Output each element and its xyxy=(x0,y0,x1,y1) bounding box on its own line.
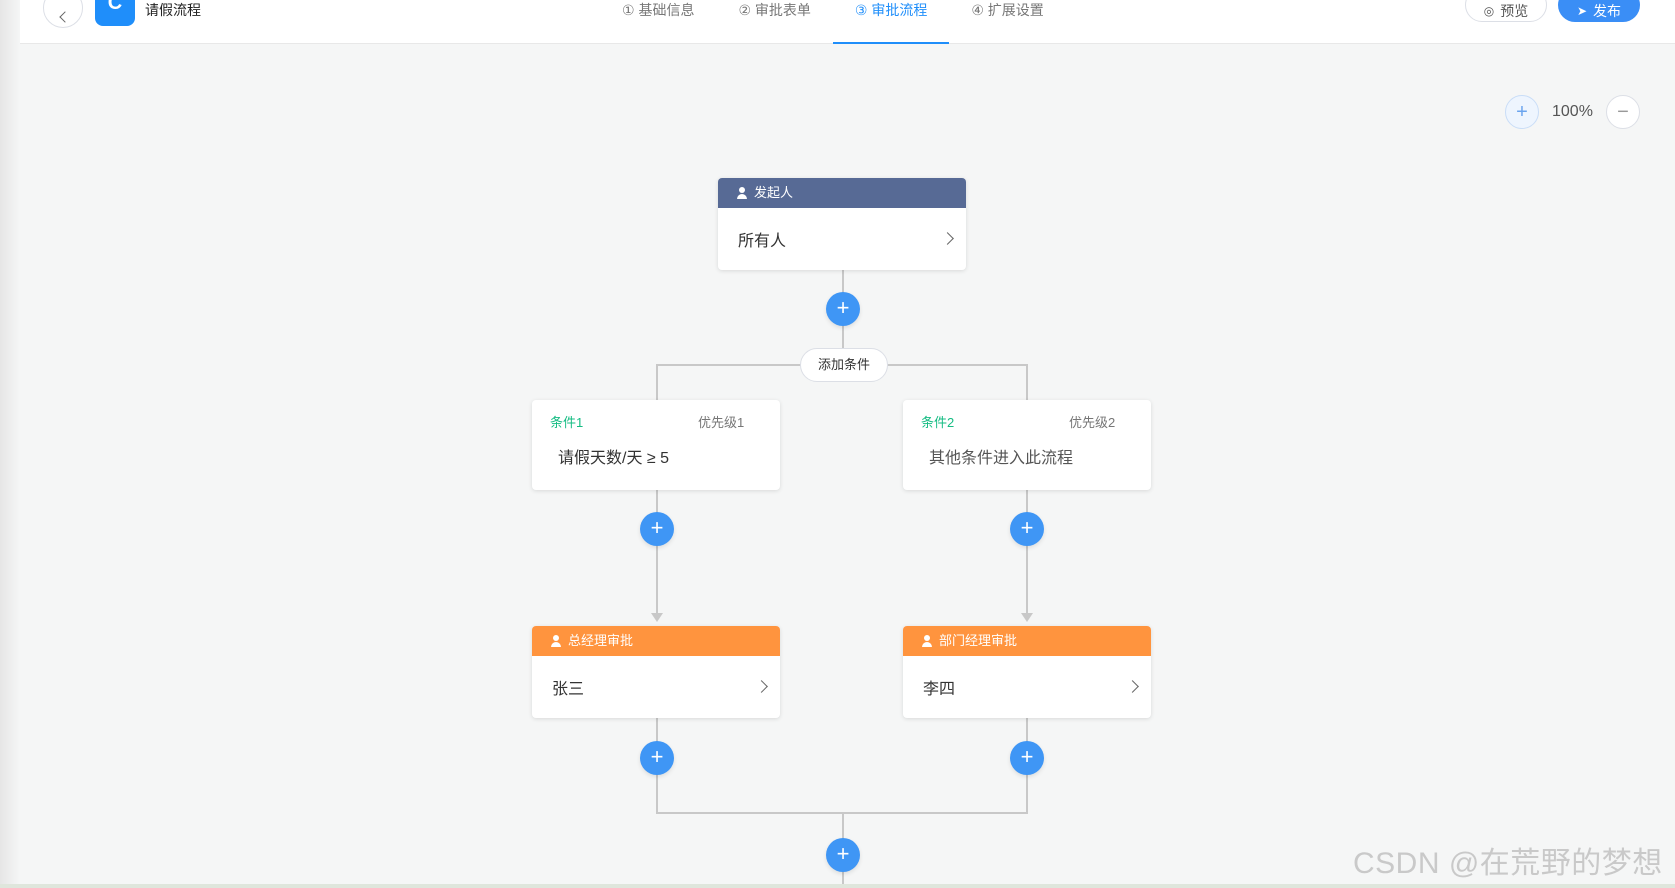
user-icon xyxy=(736,187,748,199)
approver-node-body: 张三 xyxy=(532,656,780,718)
add-node-button[interactable]: + xyxy=(826,292,860,326)
zoom-out-button[interactable]: − xyxy=(1606,95,1640,129)
user-icon xyxy=(921,635,933,647)
chevron-left-icon xyxy=(59,11,71,23)
arrow-down-icon xyxy=(1021,613,1033,622)
approver-node-header: 部门经理审批 xyxy=(903,626,1151,656)
plus-icon: + xyxy=(1020,744,1034,769)
chevron-right-icon xyxy=(941,231,954,245)
minus-icon: − xyxy=(1617,100,1629,123)
app-logo: C xyxy=(95,0,135,26)
add-condition-button[interactable]: 添加条件 xyxy=(800,348,888,382)
plus-icon: + xyxy=(836,841,850,866)
tab-basic-info-label: ① 基础信息 xyxy=(622,2,695,18)
zoom-level: 100% xyxy=(1552,103,1593,120)
connector-line xyxy=(656,364,658,400)
approver-node-general-manager[interactable]: 总经理审批 张三 xyxy=(532,626,780,718)
preview-label: 预览 xyxy=(1500,3,1529,19)
approver-node-value: 张三 xyxy=(552,681,585,698)
start-node[interactable]: 发起人 所有人 xyxy=(718,178,966,270)
approver-node-body: 李四 xyxy=(903,656,1151,718)
tab-extended-settings-label: ④ 扩展设置 xyxy=(971,2,1044,18)
condition-content: 其他条件进入此流程 xyxy=(929,450,1074,467)
left-edge xyxy=(0,0,20,888)
condition-card-1[interactable]: 条件1 优先级1 请假天数/天 ≥ 5 xyxy=(532,400,780,490)
add-node-button[interactable]: + xyxy=(1010,741,1044,775)
approver-node-value: 李四 xyxy=(923,681,956,698)
eye-icon: ◎ xyxy=(1483,4,1495,18)
approver-node-title: 部门经理审批 xyxy=(939,633,1018,648)
connector-line xyxy=(1026,364,1028,400)
plus-icon: + xyxy=(836,295,850,320)
publish-label: 发布 xyxy=(1593,3,1622,19)
add-node-button[interactable]: + xyxy=(640,512,674,546)
tab-approval-form[interactable]: ② 审批表单 xyxy=(716,0,832,44)
tab-extended-settings[interactable]: ④ 扩展设置 xyxy=(949,0,1065,44)
send-icon: ➤ xyxy=(1576,4,1588,18)
condition-priority: 优先级1 xyxy=(698,415,745,430)
tab-basic-info[interactable]: ① 基础信息 xyxy=(600,0,716,44)
condition-priority: 优先级2 xyxy=(1069,415,1116,430)
plus-icon: + xyxy=(1516,100,1528,123)
bottom-strip xyxy=(0,884,1675,888)
condition-card-2[interactable]: 条件2 优先级2 其他条件进入此流程 xyxy=(903,400,1151,490)
flow-title: 请假流程 xyxy=(145,2,201,18)
plus-icon: + xyxy=(650,744,664,769)
chevron-right-icon xyxy=(755,679,768,693)
connector-line xyxy=(1026,490,1028,620)
watermark: CSDN @在荒野的梦想 xyxy=(1353,847,1663,880)
tab-approval-flow[interactable]: ③ 审批流程 xyxy=(832,0,950,44)
preview-button[interactable]: ◎ 预览 xyxy=(1465,0,1547,22)
condition-name: 条件1 xyxy=(550,415,584,430)
start-node-header: 发起人 xyxy=(718,178,966,208)
connector-line xyxy=(656,490,658,620)
add-node-button[interactable]: + xyxy=(826,838,860,872)
zoom-in-button[interactable]: + xyxy=(1505,95,1539,129)
tab-approval-flow-label: ③ 审批流程 xyxy=(854,2,928,18)
add-node-button[interactable]: + xyxy=(640,741,674,775)
chevron-right-icon xyxy=(1126,679,1139,693)
start-node-value: 所有人 xyxy=(738,233,787,250)
arrow-down-icon xyxy=(651,613,663,622)
start-node-body: 所有人 xyxy=(718,208,966,270)
approver-node-department-manager[interactable]: 部门经理审批 李四 xyxy=(903,626,1151,718)
step-tabs: ① 基础信息 ② 审批表单 ③ 审批流程 ④ 扩展设置 xyxy=(600,0,1066,44)
add-node-button[interactable]: + xyxy=(1010,512,1044,546)
back-button[interactable] xyxy=(43,0,83,28)
plus-icon: + xyxy=(1020,515,1034,540)
condition-content: 请假天数/天 ≥ 5 xyxy=(558,450,670,467)
condition-name: 条件2 xyxy=(921,415,955,430)
top-header: C 请假流程 ① 基础信息 ② 审批表单 ③ 审批流程 ④ 扩展设置 ◎ 预览 … xyxy=(20,0,1675,44)
start-node-title: 发起人 xyxy=(754,185,794,200)
publish-button[interactable]: ➤ 发布 xyxy=(1558,0,1640,22)
app-logo-letter: C xyxy=(107,0,123,14)
tab-approval-form-label: ② 审批表单 xyxy=(738,2,811,18)
approver-node-title: 总经理审批 xyxy=(568,633,634,648)
approver-node-header: 总经理审批 xyxy=(532,626,780,656)
user-icon xyxy=(550,635,562,647)
plus-icon: + xyxy=(650,515,664,540)
